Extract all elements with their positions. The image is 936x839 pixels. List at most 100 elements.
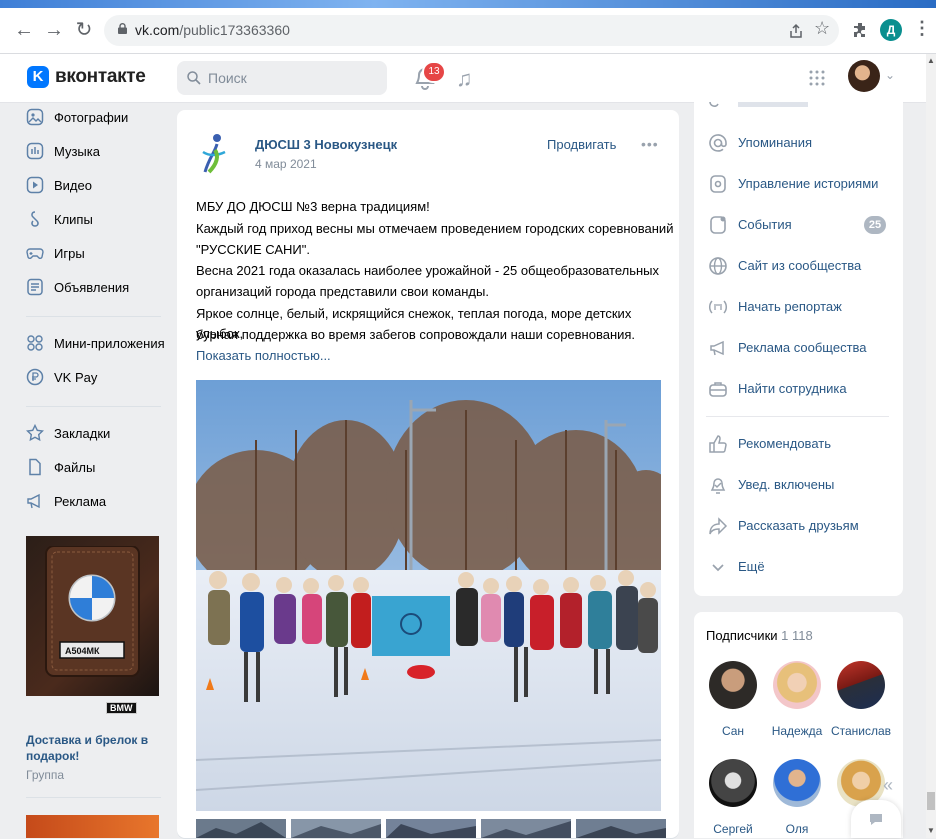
music-icon xyxy=(26,142,44,160)
post-thumbnail[interactable] xyxy=(481,819,571,838)
scroll-up-arrow-icon[interactable]: ▲ xyxy=(927,56,935,65)
post-date[interactable]: 4 мар 2021 xyxy=(255,157,317,171)
menu-item-stories[interactable]: Управление историями xyxy=(706,169,896,199)
sidebar-item-label: Клипы xyxy=(54,212,93,227)
post-author-name[interactable]: ДЮСШ 3 Новокузнецк xyxy=(255,137,397,152)
menu-item-label: Управление историями xyxy=(738,176,879,191)
broadcast-icon xyxy=(708,300,728,314)
subscriber-avatar xyxy=(773,661,821,709)
sidebar-item-photos[interactable]: Фотографии xyxy=(26,103,176,133)
sidebar-item-label: Фотографии xyxy=(54,110,129,125)
sidebar-item-games[interactable]: Игры xyxy=(26,239,176,269)
music-note-icon[interactable]: ♫ xyxy=(456,66,473,92)
partial-icon xyxy=(709,102,719,107)
browser-toolbar: ← → ↻ vk.com/public173363360 ☆ Д ⋮ xyxy=(0,8,936,54)
post-text-line: "РУССКИЕ САНИ". xyxy=(196,242,310,257)
menu-item-label: События xyxy=(738,217,792,232)
sidebar-item-clips[interactable]: Клипы xyxy=(26,205,176,235)
menu-item-more[interactable]: Ещё xyxy=(706,552,896,582)
subscriber-avatar xyxy=(709,759,757,807)
sidebar-item-vkpay[interactable]: VK Pay xyxy=(26,363,176,393)
menu-item-community-site[interactable]: Сайт из сообщества xyxy=(706,251,896,281)
menu-item-recommend[interactable]: Рекомендовать xyxy=(706,429,896,459)
sidebar-divider xyxy=(26,406,161,407)
menu-item-label: Сайт из сообщества xyxy=(738,258,862,273)
post-text-line: Весна 2021 года оказалась наиболее урожа… xyxy=(196,263,660,278)
files-icon xyxy=(29,458,41,476)
subscriber-item[interactable]: Сан xyxy=(701,661,765,741)
chevron-down-icon xyxy=(712,564,724,572)
ad-subtitle: Группа xyxy=(26,768,65,782)
menu-item-label: Реклама сообщества xyxy=(738,340,867,355)
sidebar-item-mini-apps[interactable]: Мини-приложения xyxy=(26,329,176,359)
subscriber-name: Надежда xyxy=(771,724,823,738)
post-thumbnail[interactable] xyxy=(196,819,286,838)
menu-item-notifications-on[interactable]: Увед. включены xyxy=(706,470,896,500)
menu-item-mentions[interactable]: Упоминания xyxy=(706,128,896,158)
vk-logo-text[interactable]: вконтакте xyxy=(55,66,146,88)
menu-item-label: Ещё xyxy=(738,559,765,574)
vk-header: K вконтакте Поиск 13 ♫ ⌄ xyxy=(0,54,926,103)
share-page-icon[interactable] xyxy=(788,23,804,39)
sidebar-ad-image-2[interactable] xyxy=(26,815,159,838)
subscriber-item[interactable]: Сергей xyxy=(701,759,765,839)
sidebar-item-classifieds[interactable]: Объявления xyxy=(26,273,176,303)
promote-button[interactable]: Продвигать xyxy=(547,137,616,152)
clips-icon xyxy=(31,211,39,227)
post-thumbnail[interactable] xyxy=(291,819,381,838)
sidebar-ad-image[interactable]: А504МК BMW xyxy=(26,536,159,714)
post-text-line: МБУ ДО ДЮСШ №3 верна традициям! xyxy=(196,199,430,214)
subscriber-item[interactable]: Станислав xyxy=(829,661,893,741)
browser-menu-icon[interactable]: ⋮ xyxy=(913,18,931,39)
globe-icon xyxy=(709,257,727,275)
subscriber-item[interactable]: Оля xyxy=(765,759,829,839)
post-thumbnail[interactable] xyxy=(576,819,666,838)
sidebar-item-ads[interactable]: Реклама xyxy=(26,487,176,517)
sidebar-divider xyxy=(26,797,161,798)
at-icon xyxy=(709,134,727,152)
community-actions-panel: Упоминания Управление историями События … xyxy=(694,102,903,596)
subscriber-item[interactable]: Надежда xyxy=(765,661,829,741)
menu-item-label: Упоминания xyxy=(738,135,813,150)
scroll-down-arrow-icon[interactable]: ▼ xyxy=(927,826,935,835)
address-bar[interactable]: vk.com/public173363360 ☆ xyxy=(104,15,839,46)
reload-button[interactable]: ↻ xyxy=(72,18,96,42)
ad-keychain-badge: BMW xyxy=(106,702,137,714)
scrollbar-thumb[interactable] xyxy=(927,792,935,810)
menu-item-start-broadcast[interactable]: Начать репортаж xyxy=(706,292,896,322)
subscribers-title[interactable]: Подписчики 1 118 xyxy=(706,628,813,643)
events-count-badge: 25 xyxy=(864,216,886,234)
extensions-icon[interactable] xyxy=(852,22,868,38)
bookmark-star-icon[interactable]: ☆ xyxy=(814,18,830,39)
post-photo[interactable] xyxy=(196,380,661,811)
menu-item-community-ads[interactable]: Реклама сообщества xyxy=(706,333,896,363)
post-more-icon[interactable]: ••• xyxy=(641,136,659,152)
sidebar-item-bookmarks[interactable]: Закладки xyxy=(26,419,176,449)
post-thumbnail[interactable] xyxy=(386,819,476,838)
browser-profile-avatar[interactable]: Д xyxy=(880,19,902,41)
menu-item-tell-friends[interactable]: Рассказать друзьям xyxy=(706,511,896,541)
menu-item-label: Рекомендовать xyxy=(738,436,831,451)
back-button[interactable]: ← xyxy=(12,18,36,42)
subscriber-avatar xyxy=(837,661,885,709)
menu-item-find-employee[interactable]: Найти сотрудника xyxy=(706,374,896,404)
apps-grid-icon[interactable] xyxy=(808,69,826,87)
subscriber-name: Оля xyxy=(785,822,809,836)
search-icon xyxy=(187,71,201,85)
chevron-down-icon[interactable]: ⌄ xyxy=(885,68,895,82)
sidebar-item-files[interactable]: Файлы xyxy=(26,453,176,483)
page-scrollbar[interactable] xyxy=(926,54,936,838)
user-avatar[interactable] xyxy=(848,60,880,92)
ad-title[interactable]: Доставка и брелок в подарок! xyxy=(26,732,161,764)
collapse-chevrons-icon[interactable]: « xyxy=(883,775,893,796)
ads-icon xyxy=(27,493,40,509)
group-logo-icon[interactable] xyxy=(197,132,233,174)
search-input[interactable]: Поиск xyxy=(177,61,387,95)
sidebar-item-video[interactable]: Видео xyxy=(26,171,176,201)
show-more-link[interactable]: Показать полностью... xyxy=(196,348,331,363)
sidebar-item-music[interactable]: Музыка xyxy=(26,137,176,167)
forward-button[interactable]: → xyxy=(42,18,66,42)
menu-item-label: Рассказать друзьям xyxy=(738,518,859,533)
vk-logo-icon[interactable]: K xyxy=(27,66,49,88)
chat-button[interactable] xyxy=(851,800,901,838)
